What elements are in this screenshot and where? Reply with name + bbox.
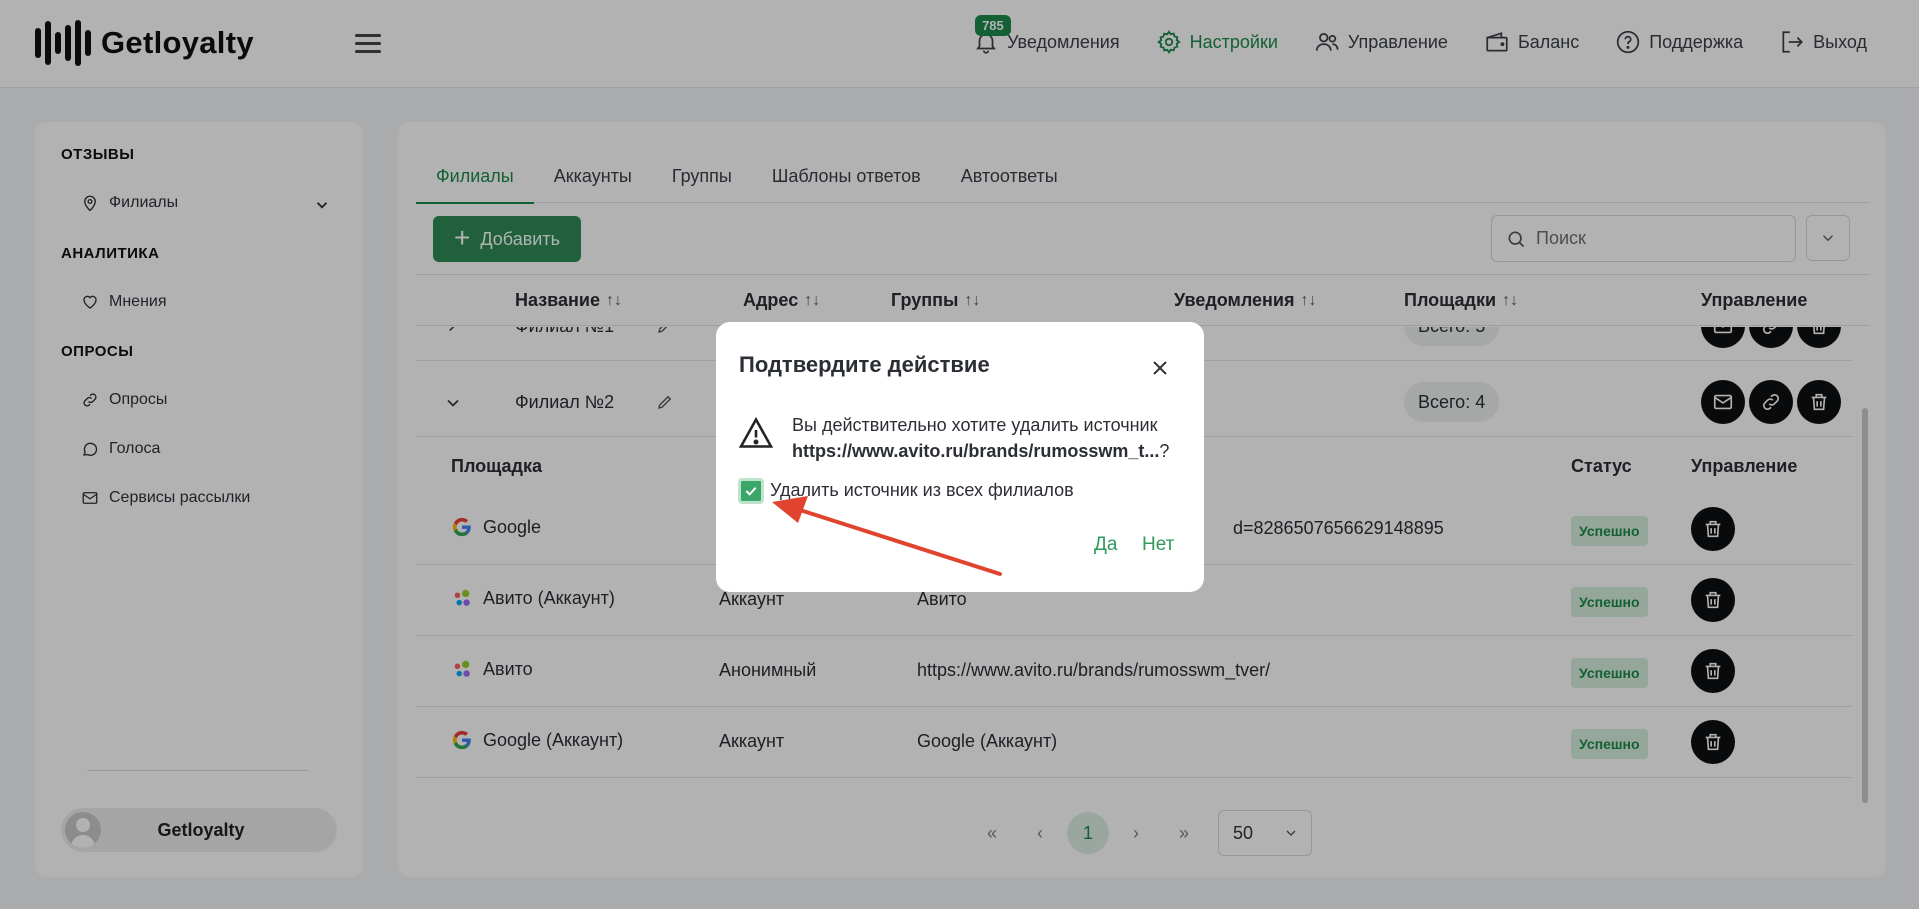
checkbox-label[interactable]: Удалить источник из всех филиалов — [770, 480, 1074, 501]
dialog-source-url: https://www.avito.ru/brands/rumosswm_t..… — [792, 441, 1160, 461]
confirm-yes-button[interactable]: Да — [1094, 534, 1117, 556]
checkmark-icon — [745, 486, 757, 496]
confirm-no-button[interactable]: Нет — [1142, 534, 1174, 556]
confirm-dialog: Подтвердите действие Вы действительно хо… — [716, 322, 1204, 592]
close-icon[interactable] — [1148, 356, 1172, 380]
dialog-message-text: Вы действительно хотите удалить источник — [792, 415, 1158, 435]
dialog-title: Подтвердите действие — [739, 352, 990, 377]
dialog-question-mark: ? — [1159, 441, 1170, 461]
dialog-message: Вы действительно хотите удалить источник… — [792, 412, 1169, 464]
warning-icon — [738, 416, 774, 448]
delete-from-all-branches-checkbox[interactable] — [738, 478, 764, 504]
